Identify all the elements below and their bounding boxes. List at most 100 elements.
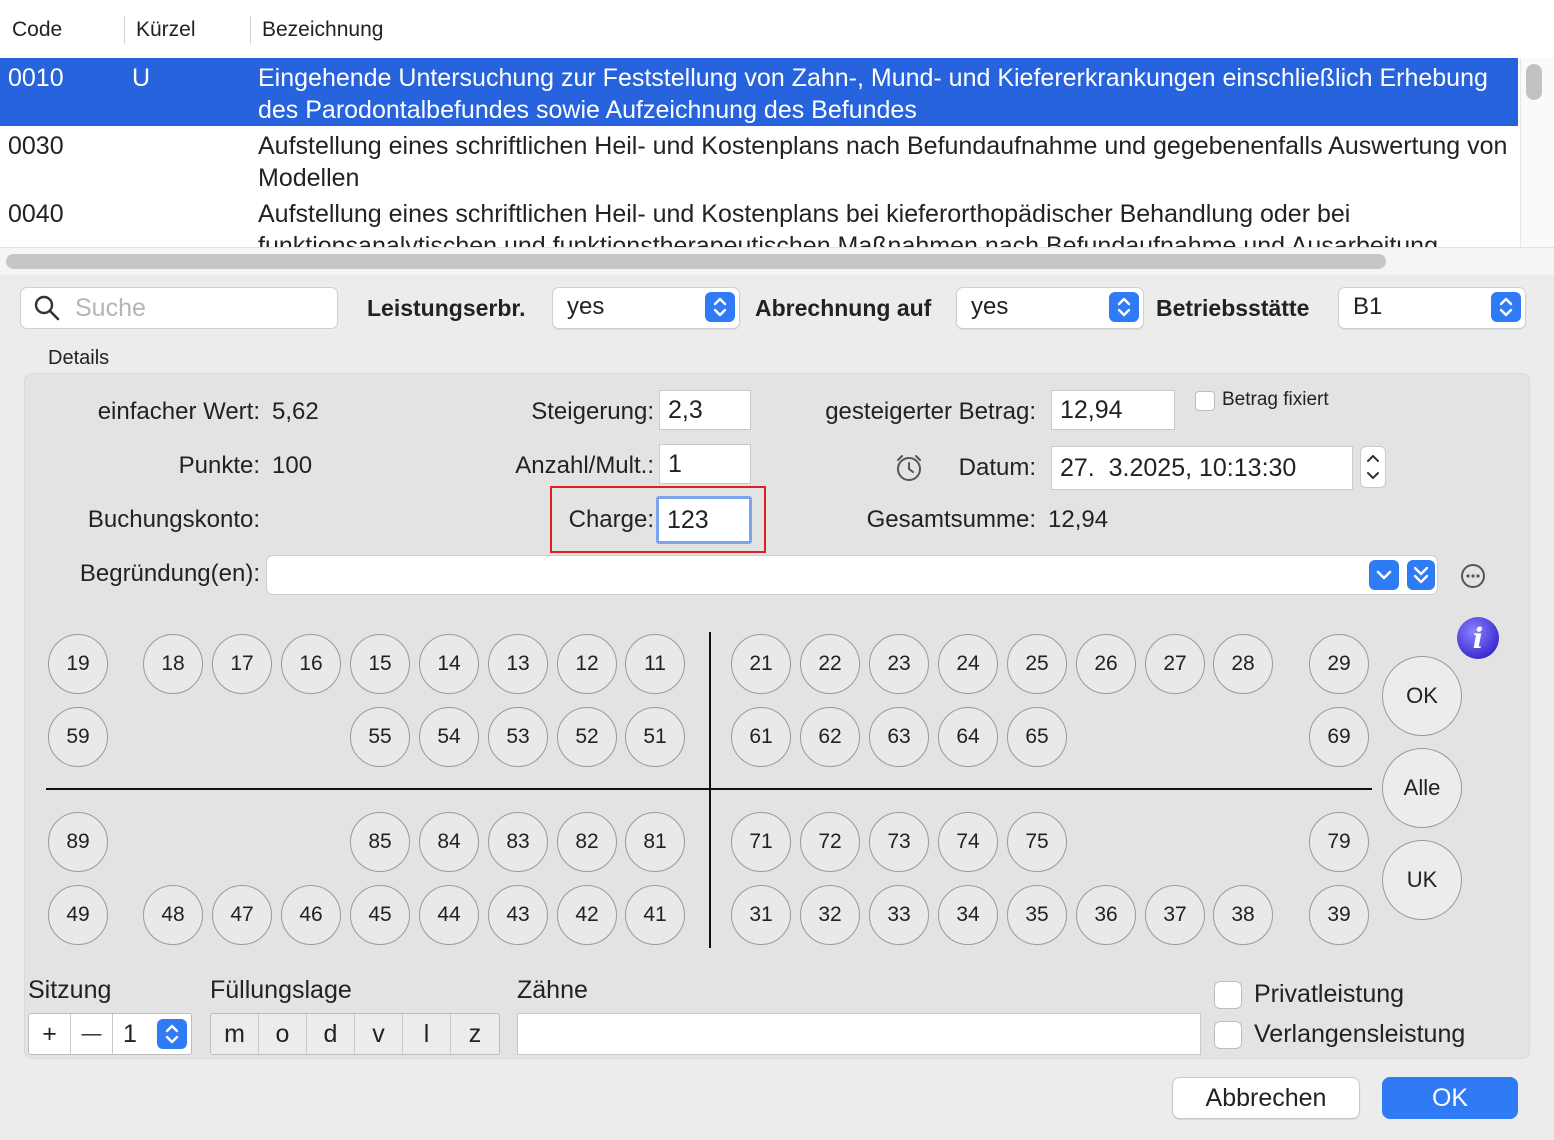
- tooth-button[interactable]: 79: [1309, 812, 1369, 872]
- fuellungslage-o-button[interactable]: o: [259, 1014, 307, 1054]
- table-row[interactable]: 0040 Aufstellung eines schriftlichen Hei…: [0, 194, 1518, 247]
- tooth-button[interactable]: 59: [48, 707, 108, 767]
- column-header-kuerzel[interactable]: Kürzel: [136, 18, 196, 42]
- tooth-button[interactable]: 31: [731, 885, 791, 945]
- tooth-button[interactable]: 11: [625, 634, 685, 694]
- ok-button[interactable]: OK: [1382, 1077, 1518, 1119]
- fuellungslage-l-button[interactable]: l: [403, 1014, 451, 1054]
- gesteigerter-betrag-field[interactable]: [1051, 390, 1175, 430]
- tooth-button[interactable]: 38: [1213, 885, 1273, 945]
- chevron-down-icon[interactable]: [1369, 560, 1399, 590]
- column-header-code[interactable]: Code: [12, 18, 62, 42]
- tooth-button[interactable]: 25: [1007, 634, 1067, 694]
- column-header-bezeichnung[interactable]: Bezeichnung: [262, 18, 383, 42]
- tooth-button[interactable]: 37: [1145, 885, 1205, 945]
- tooth-button[interactable]: 89: [48, 812, 108, 872]
- tooth-button[interactable]: 65: [1007, 707, 1067, 767]
- tooth-button[interactable]: 21: [731, 634, 791, 694]
- fuellungslage-m-button[interactable]: m: [211, 1014, 259, 1054]
- tooth-button[interactable]: 61: [731, 707, 791, 767]
- tooth-button[interactable]: 71: [731, 812, 791, 872]
- tooth-button[interactable]: 74: [938, 812, 998, 872]
- tooth-button[interactable]: 52: [557, 707, 617, 767]
- anzahl-input[interactable]: [660, 445, 750, 483]
- tooth-button[interactable]: 18: [143, 634, 203, 694]
- vertical-scroll-thumb[interactable]: [1526, 64, 1542, 100]
- ok-jaw-button[interactable]: OK: [1382, 656, 1462, 736]
- tooth-button[interactable]: 43: [488, 885, 548, 945]
- tooth-button[interactable]: 29: [1309, 634, 1369, 694]
- zaehne-input[interactable]: [518, 1014, 1200, 1054]
- tooth-button[interactable]: 64: [938, 707, 998, 767]
- leistungserbr-select[interactable]: yes: [552, 287, 740, 329]
- tooth-button[interactable]: 12: [557, 634, 617, 694]
- tooth-button[interactable]: 62: [800, 707, 860, 767]
- anzahl-field[interactable]: [659, 444, 751, 484]
- tooth-button[interactable]: 46: [281, 885, 341, 945]
- betrag-fixiert-checkbox[interactable]: [1195, 391, 1215, 411]
- fuellungslage-d-button[interactable]: d: [307, 1014, 355, 1054]
- tooth-button[interactable]: 48: [143, 885, 203, 945]
- tooth-button[interactable]: 54: [419, 707, 479, 767]
- alarm-clock-icon[interactable]: [893, 452, 925, 489]
- tooth-button[interactable]: 41: [625, 885, 685, 945]
- tooth-button[interactable]: 23: [869, 634, 929, 694]
- tooth-button[interactable]: 22: [800, 634, 860, 694]
- tooth-button[interactable]: 63: [869, 707, 929, 767]
- tooth-button[interactable]: 35: [1007, 885, 1067, 945]
- more-options-icon[interactable]: [1460, 563, 1486, 594]
- tooth-button[interactable]: 44: [419, 885, 479, 945]
- search-input[interactable]: [73, 292, 327, 324]
- tooth-button[interactable]: 24: [938, 634, 998, 694]
- tooth-button[interactable]: 36: [1076, 885, 1136, 945]
- tooth-button[interactable]: 32: [800, 885, 860, 945]
- steigerung-input[interactable]: [660, 391, 750, 429]
- verlangensleistung-checkbox[interactable]: [1214, 1021, 1242, 1049]
- tooth-button[interactable]: 14: [419, 634, 479, 694]
- abrechnung-select[interactable]: yes: [956, 287, 1144, 329]
- table-row[interactable]: 0030 Aufstellung eines schriftlichen Hei…: [0, 126, 1518, 194]
- tooth-button[interactable]: 85: [350, 812, 410, 872]
- tooth-button[interactable]: 34: [938, 885, 998, 945]
- tooth-button[interactable]: 26: [1076, 634, 1136, 694]
- table-row[interactable]: 0010 U Eingehende Untersuchung zur Fests…: [0, 58, 1518, 126]
- tooth-button[interactable]: 42: [557, 885, 617, 945]
- tooth-button[interactable]: 81: [625, 812, 685, 872]
- double-chevron-down-icon[interactable]: [1407, 560, 1435, 590]
- tooth-button[interactable]: 27: [1145, 634, 1205, 694]
- sitzung-minus-button[interactable]: —: [71, 1014, 113, 1054]
- tooth-button[interactable]: 17: [212, 634, 272, 694]
- steigerung-field[interactable]: [659, 390, 751, 430]
- tooth-button[interactable]: 45: [350, 885, 410, 945]
- tooth-button[interactable]: 83: [488, 812, 548, 872]
- search-field[interactable]: [20, 287, 338, 329]
- tooth-button[interactable]: 47: [212, 885, 272, 945]
- tooth-button[interactable]: 75: [1007, 812, 1067, 872]
- tooth-button[interactable]: 73: [869, 812, 929, 872]
- tooth-button[interactable]: 15: [350, 634, 410, 694]
- tooth-button[interactable]: 49: [48, 885, 108, 945]
- charge-field[interactable]: [656, 496, 752, 544]
- tooth-button[interactable]: 84: [419, 812, 479, 872]
- tooth-button[interactable]: 72: [800, 812, 860, 872]
- betriebsstaette-select[interactable]: B1: [1338, 287, 1526, 329]
- tooth-button[interactable]: 13: [488, 634, 548, 694]
- sitzung-select[interactable]: 1: [113, 1014, 191, 1054]
- fuellungslage-z-button[interactable]: z: [451, 1014, 499, 1054]
- horizontal-scroll-thumb[interactable]: [6, 254, 1386, 269]
- begruendung-combobox[interactable]: [266, 555, 1438, 595]
- tooth-button[interactable]: 53: [488, 707, 548, 767]
- tooth-button[interactable]: 82: [557, 812, 617, 872]
- datum-field[interactable]: [1051, 446, 1353, 490]
- datum-input[interactable]: [1052, 447, 1352, 489]
- tooth-button[interactable]: 55: [350, 707, 410, 767]
- cancel-button[interactable]: Abbrechen: [1172, 1077, 1360, 1119]
- tooth-button[interactable]: 39: [1309, 885, 1369, 945]
- zaehne-field[interactable]: [517, 1013, 1201, 1055]
- info-icon[interactable]: i: [1456, 616, 1500, 665]
- datum-stepper[interactable]: [1360, 446, 1386, 488]
- sitzung-plus-button[interactable]: +: [29, 1014, 71, 1054]
- tooth-button[interactable]: 51: [625, 707, 685, 767]
- tooth-button[interactable]: 19: [48, 634, 108, 694]
- privatleistung-checkbox[interactable]: [1214, 981, 1242, 1009]
